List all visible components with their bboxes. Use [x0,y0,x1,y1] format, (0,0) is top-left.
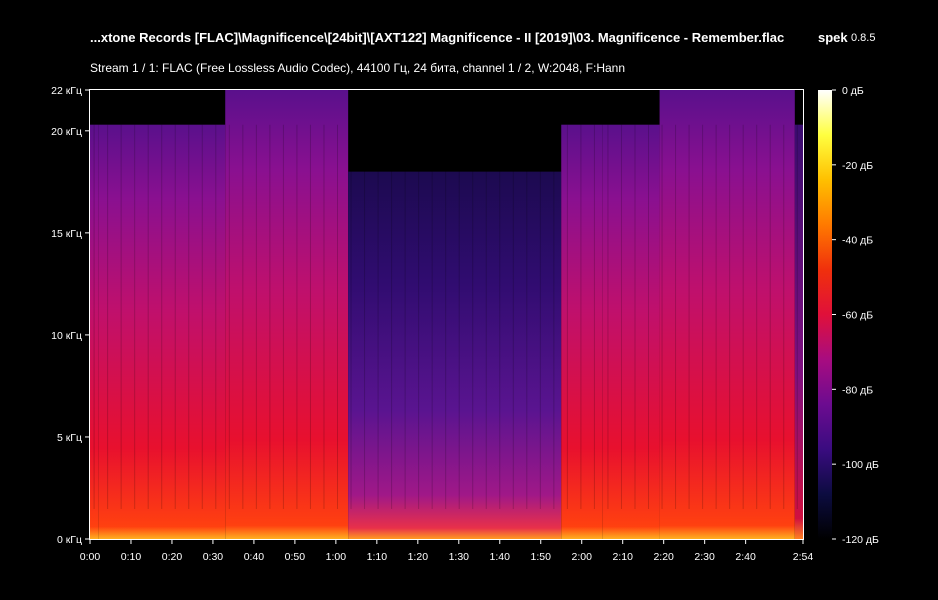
x-tick-label: 1:00 [326,551,347,563]
x-axis: 0:00 0:10 0:20 0:30 0:40 0:50 1:00 1:10 1:20 1:30… [80,539,814,563]
spectrum-section [602,124,660,539]
x-tick-label: 1:20 [408,551,429,563]
x-tick-label: 0:10 [121,551,142,563]
x-tick-label: 2:54 [793,551,814,563]
x-tick-label: 0:00 [80,551,101,563]
spectrum-section [659,90,795,539]
y-tick-label: 22 кГц [51,85,82,97]
spectrogram-chart: 0:00 0:10 0:20 0:30 0:40 0:50 1:00 1:10 1:20 1:30… [51,85,879,563]
y-axis: 0 кГц 5 кГц 10 кГц 15 кГц 20 кГц 22 кГц [51,85,90,546]
x-tick-label: 1:10 [367,551,388,563]
colorbar-tick-label: -120 дБ [842,534,879,546]
colorbar-tick-label: -20 дБ [842,160,873,172]
spectrogram-plot [90,90,803,540]
x-tick-label: 1:40 [490,551,511,563]
colorbar-tick-label: -100 дБ [842,459,879,471]
x-tick-label: 2:30 [694,551,715,563]
x-tick-label: 0:50 [285,551,306,563]
x-tick-label: 1:30 [449,551,470,563]
x-tick-label: 1:50 [531,551,552,563]
colorbar-tick-label: -60 дБ [842,310,873,322]
spectrum-section [348,171,562,540]
colorbar-tick-label: -40 дБ [842,235,873,247]
colorbar-axis: 0 дБ -20 дБ -40 дБ -60 дБ -80 дБ -100 дБ -120 … [832,85,879,546]
x-tick-label: 2:40 [735,551,756,563]
x-tick-label: 2:10 [612,551,633,563]
x-tick-label: 0:30 [203,551,224,563]
spectrum-section [225,90,349,539]
spectrum-section [794,124,803,539]
x-tick-label: 0:40 [244,551,265,563]
colorbar [818,90,832,539]
y-tick-label: 20 кГц [51,126,82,138]
colorbar-tick-label: -80 дБ [842,384,873,396]
y-tick-label: 0 кГц [57,534,82,546]
colorbar-tick-label: 0 дБ [842,85,864,97]
x-tick-label: 2:20 [653,551,674,563]
y-tick-label: 10 кГц [51,330,82,342]
x-tick-label: 2:00 [572,551,593,563]
y-tick-label: 5 кГц [57,432,82,444]
y-tick-label: 15 кГц [51,228,82,240]
x-tick-label: 0:20 [162,551,183,563]
